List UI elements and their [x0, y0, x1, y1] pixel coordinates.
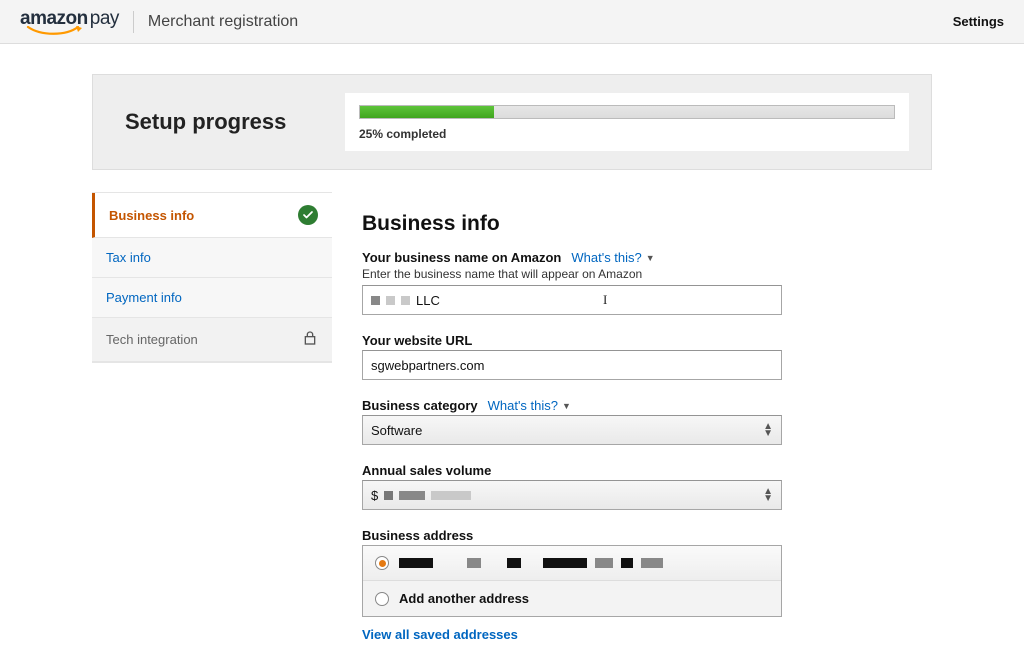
address-option-existing[interactable] [363, 546, 781, 581]
address-option-add[interactable]: Add another address [363, 581, 781, 616]
check-circle-icon [298, 205, 318, 225]
redacted-segment [399, 558, 433, 568]
redacted-segment [401, 296, 410, 305]
redacted-segment [399, 491, 425, 500]
redacted-segment [595, 558, 613, 568]
lock-icon [302, 330, 318, 349]
sales-value: $ [371, 488, 471, 503]
progress-label: 25% completed [359, 127, 895, 141]
progress-title: Setup progress [115, 109, 315, 135]
progress-card: Setup progress 25% completed [92, 74, 932, 170]
field-business-category: Business category What's this? ▼ Softwar… [362, 398, 932, 445]
step-label: Payment info [106, 290, 182, 305]
sales-select[interactable]: $ ▲▼ [362, 480, 782, 510]
business-name-help-link[interactable]: What's this? ▼ [571, 250, 654, 265]
caret-down-icon: ▼ [562, 401, 571, 411]
category-select[interactable]: Software ▲▼ [362, 415, 782, 445]
radio-unchecked-icon[interactable] [375, 592, 389, 606]
field-sales-volume: Annual sales volume $ ▲▼ [362, 463, 932, 510]
redacted-segment [641, 558, 663, 568]
redacted-segment [621, 558, 633, 568]
section-heading: Business info [362, 212, 932, 236]
address-add-label: Add another address [399, 591, 529, 606]
step-tech-integration[interactable]: Tech integration [92, 318, 332, 362]
redacted-segment [431, 491, 471, 500]
business-name-label: Your business name on Amazon [362, 250, 561, 265]
step-payment-info[interactable]: Payment info [92, 278, 332, 318]
step-label: Business info [109, 208, 194, 223]
main-columns: Business info Tax info Payment info Tech… [92, 192, 932, 660]
redacted-segment [507, 558, 521, 568]
category-help-link[interactable]: What's this? ▼ [488, 398, 571, 413]
content-wrap: Setup progress 25% completed Business in… [82, 74, 942, 660]
select-arrows-icon: ▲▼ [763, 423, 773, 437]
category-label: Business category [362, 398, 478, 413]
redacted-segment [467, 558, 481, 568]
address-existing-text [399, 558, 663, 568]
text-cursor-icon: I [603, 292, 607, 308]
settings-link[interactable]: Settings [953, 14, 1004, 29]
form-area: Business info Your business name on Amaz… [362, 192, 932, 660]
caret-down-icon: ▼ [646, 253, 655, 263]
logo-pay-text: pay [90, 8, 119, 30]
address-box: Add another address [362, 545, 782, 617]
select-arrows-icon: ▲▼ [763, 488, 773, 502]
redacted-segment [386, 296, 395, 305]
progress-bar-fill [360, 106, 494, 118]
sales-label: Annual sales volume [362, 463, 491, 478]
redacted-segment [543, 558, 587, 568]
page-title: Merchant registration [148, 13, 298, 31]
step-label: Tax info [106, 250, 151, 265]
progress-bar [359, 105, 895, 119]
field-business-address: Business address [362, 528, 932, 642]
steps-sidebar: Business info Tax info Payment info Tech… [92, 192, 332, 363]
field-business-name: Your business name on Amazon What's this… [362, 250, 932, 315]
category-value: Software [371, 423, 422, 438]
header-left: amazonpay Merchant registration [20, 8, 298, 36]
redacted-segment [371, 296, 380, 305]
view-all-addresses-link[interactable]: View all saved addresses [362, 627, 518, 642]
step-tax-info[interactable]: Tax info [92, 238, 332, 278]
business-name-input[interactable]: LLC I [362, 285, 782, 315]
website-input[interactable] [362, 350, 782, 380]
step-label: Tech integration [106, 332, 198, 347]
step-business-info[interactable]: Business info [92, 193, 332, 238]
website-label: Your website URL [362, 333, 472, 348]
field-website-url: Your website URL [362, 333, 932, 380]
progress-panel: 25% completed [345, 93, 909, 151]
address-label: Business address [362, 528, 473, 543]
top-header: amazonpay Merchant registration Settings [0, 0, 1024, 44]
business-name-value-suffix: LLC [416, 293, 440, 308]
amazon-pay-logo: amazonpay [20, 8, 119, 36]
business-name-sublabel: Enter the business name that will appear… [362, 267, 932, 281]
redacted-segment [384, 491, 393, 500]
radio-checked-icon[interactable] [375, 556, 389, 570]
header-divider [133, 11, 134, 33]
